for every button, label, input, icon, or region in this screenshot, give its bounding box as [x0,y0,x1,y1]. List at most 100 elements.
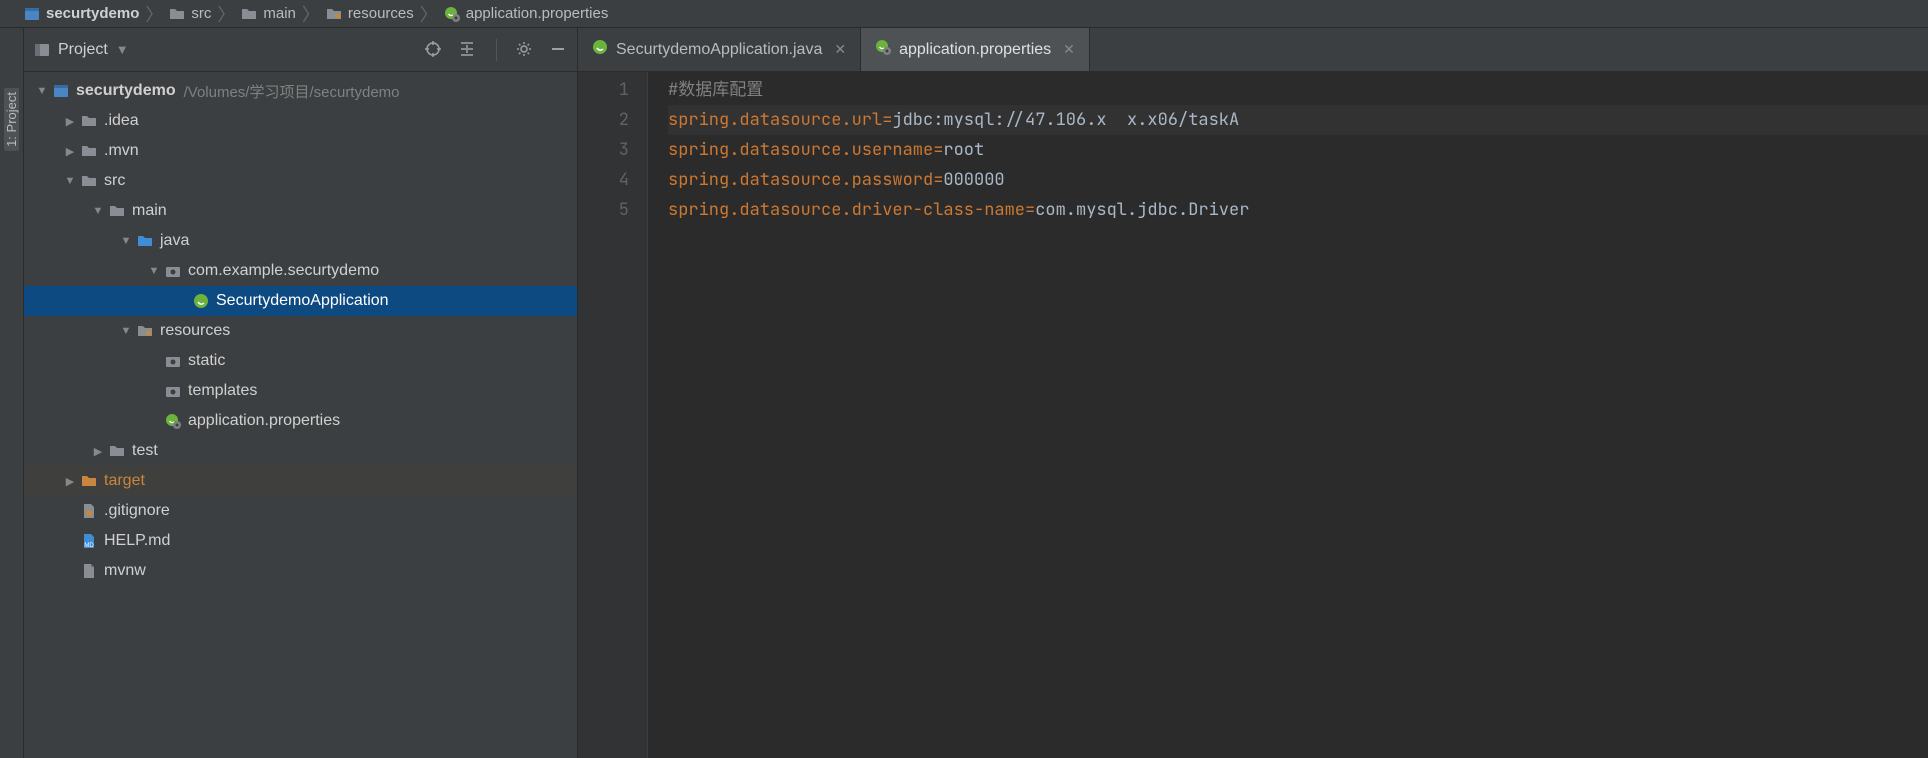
editor-tabs: SecurtydemoApplication.java✕application.… [578,28,1928,72]
tree-arrow-icon[interactable]: ▼ [62,175,78,187]
tree-arrow-icon[interactable]: ▶ [90,445,106,458]
code-line[interactable]: spring.datasource.driver-class-name=com.… [668,195,1928,225]
editor-tab[interactable]: SecurtydemoApplication.java ✕ [578,28,861,71]
tree-arrow-icon[interactable]: ▼ [34,85,50,97]
tree-arrow-icon[interactable]: ▶ [62,145,78,158]
breadcrumb-separator-icon: 〉 [420,1,438,27]
tree-node-hint: /Volumes/学习项目/securtydemo [184,81,400,102]
breadcrumb-separator-icon: 〉 [145,1,163,27]
tree-row[interactable]: ▶.mvn [24,136,577,166]
collapse-all-icon[interactable] [458,40,478,60]
breadcrumb-item[interactable]: securtydemo [24,5,139,22]
line-number: 1 [578,75,629,105]
code-line[interactable]: spring.datasource.password=000000 [668,165,1928,195]
code-line[interactable]: #数据库配置 [668,75,1928,105]
editor-tab[interactable]: application.properties ✕ [861,28,1090,71]
line-number: 2 [578,105,629,135]
tree-node-label: .gitignore [104,502,170,520]
tree-row[interactable]: ▼ com.example.securtydemo [24,256,577,286]
spring-prop-icon [162,413,184,429]
breadcrumb-separator-icon: 〉 [302,1,320,27]
tree-node-label: com.example.securtydemo [188,262,379,280]
tree-row[interactable]: ▼java [24,226,577,256]
tree-row[interactable]: static [24,346,577,376]
line-number: 5 [578,195,629,225]
tree-node-label: target [104,472,145,490]
folder-grey-icon [106,203,128,219]
resources-icon [326,6,342,22]
settings-icon[interactable] [515,40,535,60]
folder-grey-icon [78,113,100,129]
tree-node-label: securtydemo [76,82,176,100]
project-panel-header: Project ▼ [24,28,577,72]
tree-row[interactable]: ▶ target [24,466,577,496]
breadcrumb-separator-icon: 〉 [217,1,235,27]
tab-label: application.properties [899,41,1051,59]
tree-node-label: resources [160,322,230,340]
tree-node-label: templates [188,382,257,400]
folder-icon [241,6,257,22]
tree-row[interactable]: SecurtydemoApplication [24,286,577,316]
tree-row[interactable]: templates [24,376,577,406]
tab-label: SecurtydemoApplication.java [616,41,822,59]
code-line[interactable]: spring.datasource.url=jdbc:mysql://47.10… [668,105,1928,135]
breadcrumb-label: securtydemo [46,5,139,22]
tree-row[interactable]: ▼ securtydemo/Volumes/学习项目/securtydemo [24,76,577,106]
breadcrumb-item[interactable]: resources [326,5,414,22]
tree-row[interactable]: ▶test [24,436,577,466]
tree-arrow-icon[interactable]: ▶ [62,115,78,128]
spring-prop-icon [444,6,460,22]
project-tool-button[interactable]: 1: Project [4,88,19,151]
tree-node-label: SecurtydemoApplication [216,292,389,310]
tree-row[interactable]: ▶.idea [24,106,577,136]
breadcrumb-label: resources [348,5,414,22]
folder-orange-icon [78,473,100,489]
tree-arrow-icon[interactable]: ▼ [118,235,134,247]
resources-icon [134,323,156,339]
dropdown-arrow-icon[interactable]: ▼ [116,42,129,57]
tree-node-label: src [104,172,125,190]
tree-node-label: static [188,352,225,370]
tree-row[interactable]: application.properties [24,406,577,436]
breadcrumb-item[interactable]: src [169,5,211,22]
line-number: 3 [578,135,629,165]
breadcrumb-label: src [191,5,211,22]
module-icon [50,83,72,99]
tree-arrow-icon[interactable]: ▼ [118,325,134,337]
tree-row[interactable]: .gitignore [24,496,577,526]
project-tree[interactable]: ▼ securtydemo/Volumes/学习项目/securtydemo ▶.i… [24,72,577,758]
tree-arrow-icon[interactable]: ▼ [90,205,106,217]
tree-arrow-icon[interactable]: ▶ [62,475,78,488]
folder-grey-icon [106,443,128,459]
tree-node-label: mvnw [104,562,146,580]
breadcrumb-item[interactable]: main [241,5,296,22]
folder-grey-icon [78,143,100,159]
folder-grey-icon [78,173,100,189]
gitignore-icon [78,503,100,519]
line-gutter: 12345 [578,72,648,758]
code-area[interactable]: #数据库配置spring.datasource.url=jdbc:mysql:/… [648,72,1928,758]
tree-row[interactable]: ▼ src [24,166,577,196]
line-number: 4 [578,165,629,195]
tree-arrow-icon[interactable]: ▼ [146,265,162,277]
close-icon[interactable]: ✕ [1063,41,1075,58]
tree-node-label: main [132,202,167,220]
divider [496,39,497,61]
tree-row[interactable]: mvnw [24,556,577,586]
breadcrumb-item[interactable]: application.properties [444,5,609,22]
close-icon[interactable]: ✕ [834,41,846,58]
tree-row[interactable]: ▼ main [24,196,577,226]
spring-class-icon [592,39,608,60]
editor-content[interactable]: 12345 #数据库配置spring.datasource.url=jdbc:m… [578,72,1928,758]
hide-icon[interactable] [549,40,569,60]
select-opened-file-icon[interactable] [424,40,444,60]
project-panel: Project ▼ ▼ securtydemo/Volumes/学习项目/secu… [24,28,578,758]
code-line[interactable]: spring.datasource.username=root [668,135,1928,165]
tree-row[interactable]: ▼ resources [24,316,577,346]
package-icon [162,353,184,369]
tree-row[interactable]: HELP.md [24,526,577,556]
md-icon [78,533,100,549]
breadcrumb-label: main [263,5,296,22]
spring-class-icon [190,293,212,309]
package-icon [162,263,184,279]
